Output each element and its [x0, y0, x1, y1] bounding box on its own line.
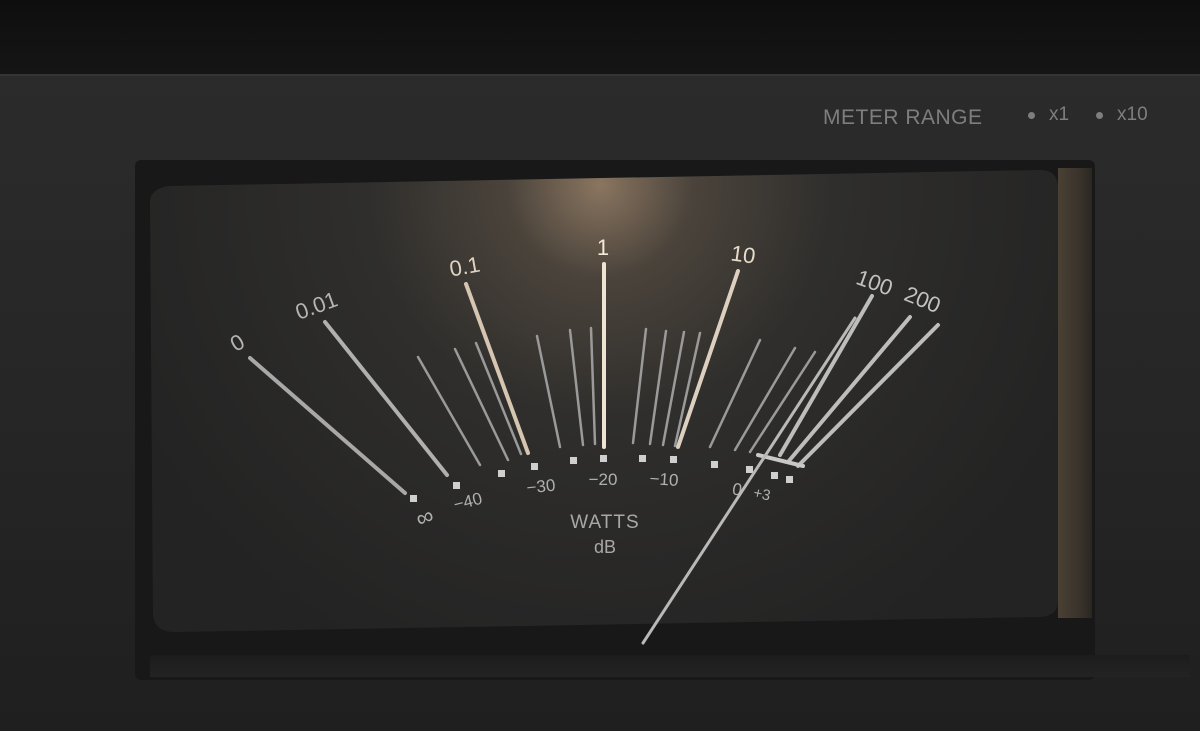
- db-marker: [600, 455, 607, 462]
- db-marker: [453, 482, 460, 489]
- db-marker: [498, 470, 505, 477]
- watts-label: 1: [597, 235, 609, 260]
- db-marker: [670, 456, 677, 463]
- meter-bottom-shelf: [150, 655, 1190, 677]
- power-meter: 0 0.01 0.1 1 10 100 200 ∞ −40 −30 −20 −1…: [150, 170, 1058, 645]
- db-marker: [639, 455, 646, 462]
- unit-watts-label: WATTS: [570, 512, 639, 533]
- db-marker: [531, 463, 538, 470]
- unit-db-label: dB: [594, 537, 616, 557]
- db-label: −10: [649, 469, 679, 490]
- db-marker: [570, 457, 577, 464]
- db-marker: [746, 466, 753, 473]
- watts-label: 0.1: [448, 252, 482, 282]
- db-marker: [771, 472, 778, 479]
- watts-label: 10: [729, 240, 757, 268]
- db-label: −30: [526, 476, 557, 498]
- db-label: +3: [752, 484, 772, 504]
- db-label: −20: [589, 470, 618, 489]
- db-marker: [410, 495, 417, 502]
- db-marker: [786, 476, 793, 483]
- db-marker: [711, 461, 718, 468]
